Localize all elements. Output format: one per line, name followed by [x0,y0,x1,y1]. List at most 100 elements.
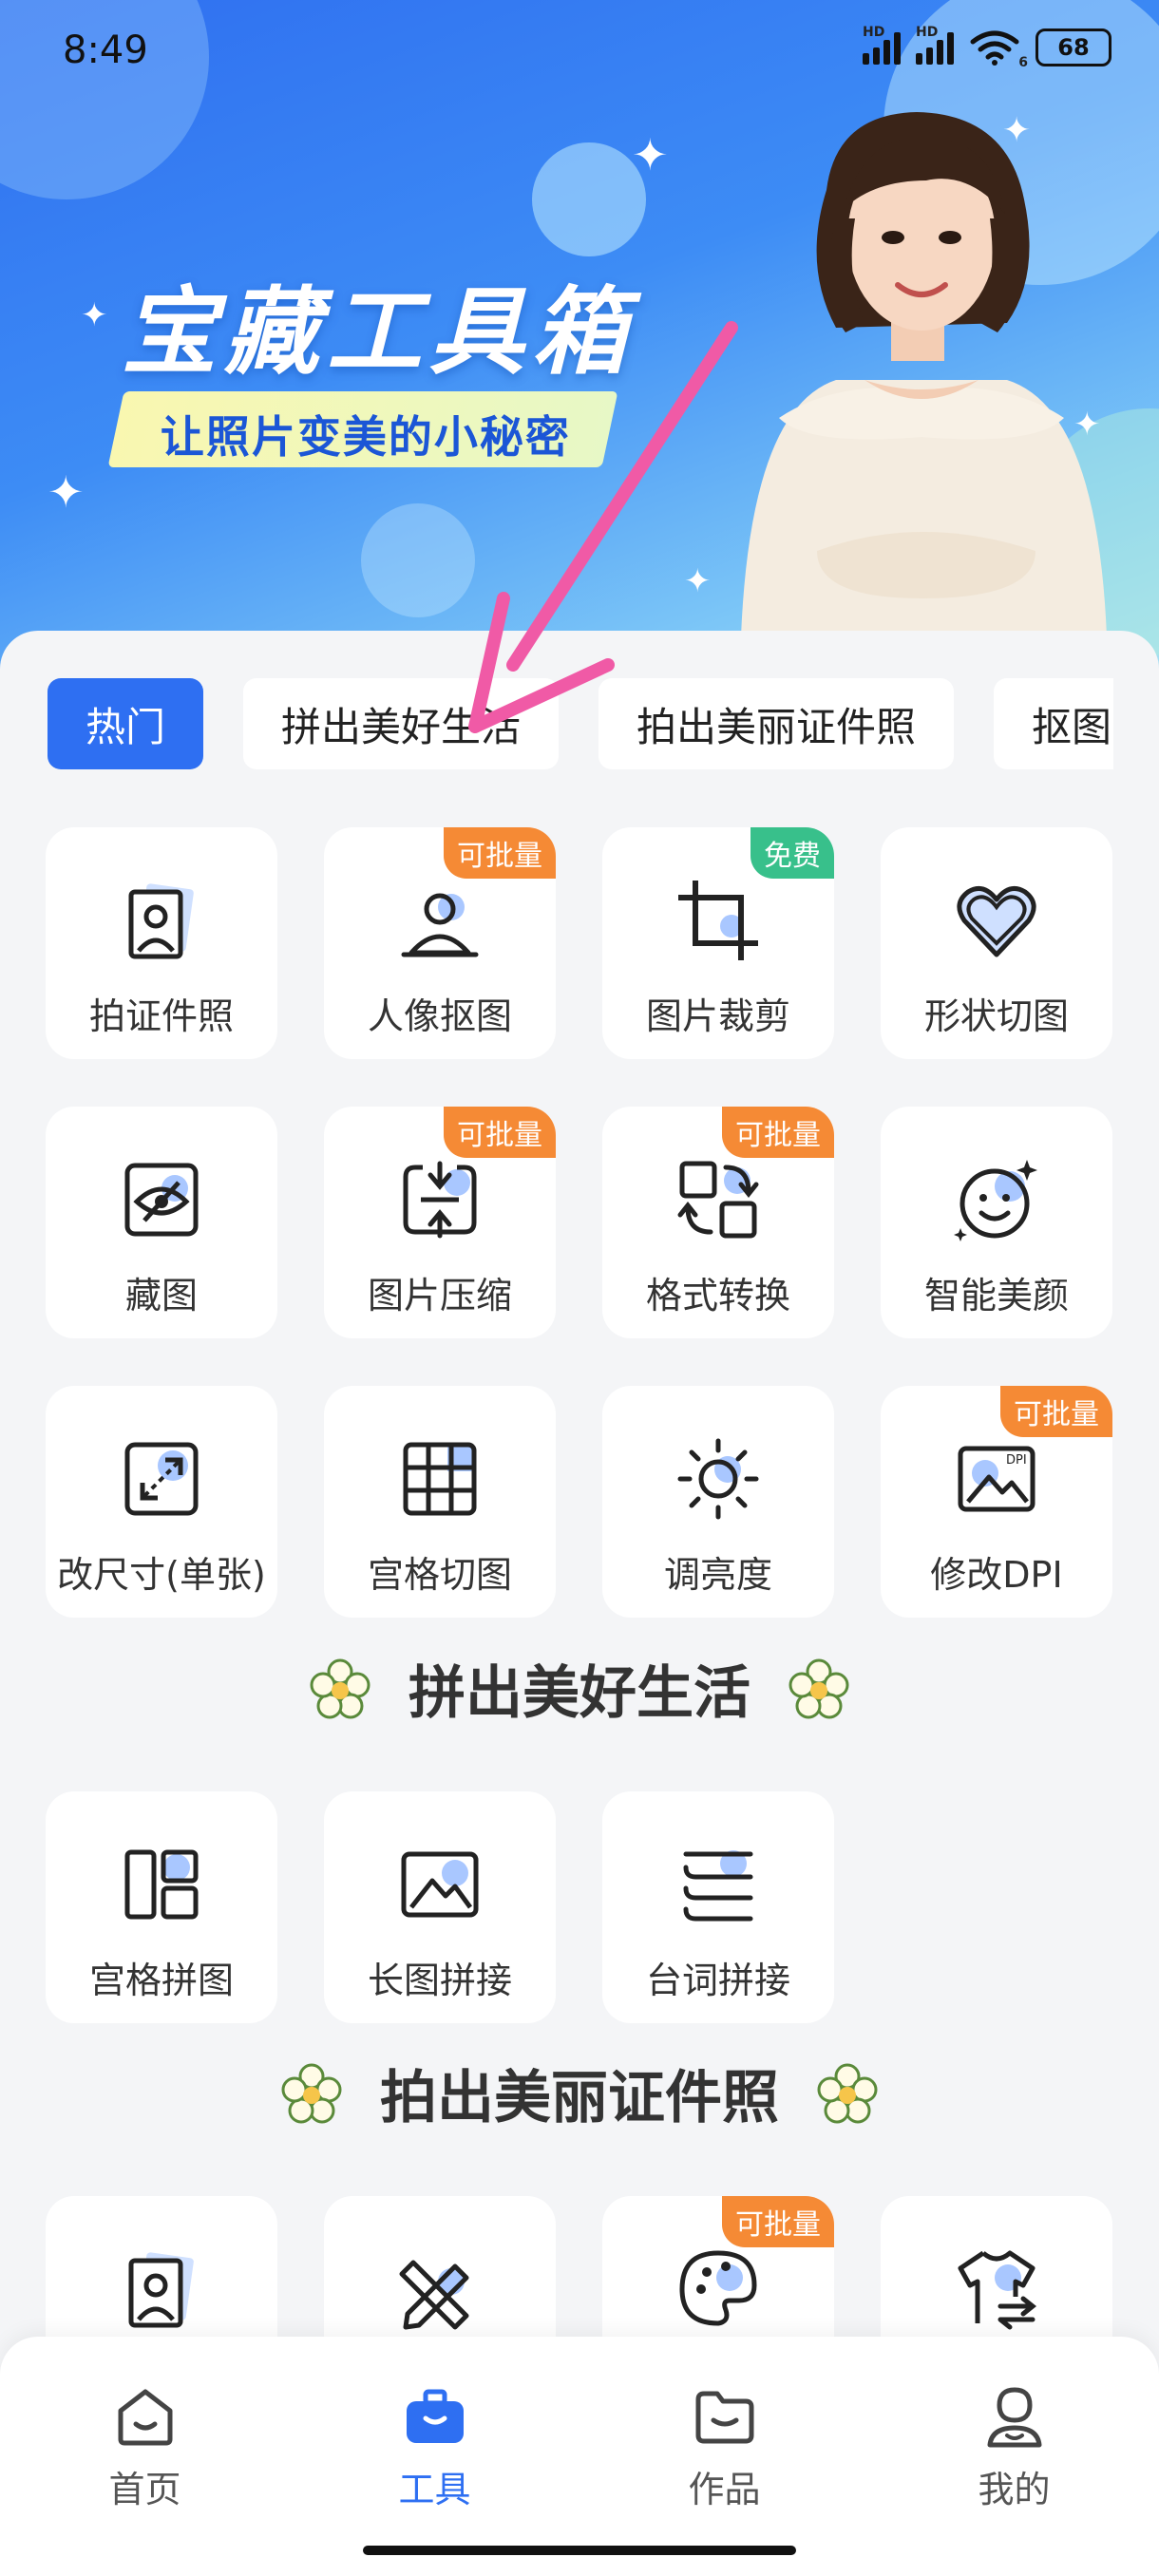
tool-label: 台词拼接 [645,1960,790,2001]
tool-resize-single[interactable]: 改尺寸(单张) [46,1386,277,1618]
beauty-face-icon [951,1154,1042,1245]
section-title-id-photo: 拍出美丽证件照 [0,2052,1159,2134]
section-title-text: 拼出美好生活 [408,1660,750,1727]
wifi-label: 6 [1018,55,1028,70]
flower-icon [817,2063,878,2123]
tool-label: 改尺寸(单张) [57,1554,266,1596]
home-icon [118,2389,172,2446]
collage-tools-grid: 宫格拼图 长图拼接 台词拼接 [46,1791,1112,2023]
tool-label: 藏图 [124,1275,198,1316]
tab-collage[interactable]: 拼出美好生活 [243,678,560,769]
brightness-icon [673,1433,764,1525]
tab-cutout[interactable]: 抠图 [994,678,1113,769]
banner-subtitle-ribbon: 让照片变美的小秘密 [107,391,618,467]
tab-label: 拍出美丽证件照 [636,703,917,750]
status-icons: HD HD 6 68 [863,25,1112,70]
tool-label: 宫格拼图 [88,1960,234,2001]
tool-id-photo[interactable]: 拍证件照 [46,827,277,1059]
tab-label: 抠图 [1032,703,1112,750]
category-tabs: 热门 拼出美好生活 拍出美丽证件照 抠图 [48,678,1113,769]
tool-grid-collage[interactable]: 宫格拼图 [46,1791,277,2023]
compress-icon [394,1154,485,1245]
flower-icon [310,1658,370,1718]
tool-label: 格式转换 [645,1275,790,1316]
sparkle-icon: ✦ [684,562,712,600]
dpi-icon: DPI [951,1433,1042,1525]
nav-works[interactable]: 作品 [580,2337,869,2576]
decor-bubble [361,503,475,617]
clothes-change-icon [951,2244,1042,2335]
tool-grid-cut[interactable]: 宫格切图 [324,1386,556,1618]
nav-tools[interactable]: 工具 [290,2337,580,2576]
decor-bubble [532,142,646,256]
batch-badge: 可批量 [722,2196,834,2247]
svg-text:DPI: DPI [1006,1453,1027,1468]
tool-label: 智能美颜 [923,1275,1069,1316]
grid-cut-icon [394,1433,485,1525]
batch-badge: 可批量 [444,827,556,879]
flower-icon [788,1658,849,1718]
sparkle-icon: ✦ [81,296,108,334]
tool-smart-beauty[interactable]: 智能美颜 [881,1107,1112,1338]
wifi-icon: 6 [969,28,1028,70]
tool-format-convert[interactable]: 可批量 格式转换 [602,1107,834,1338]
tool-label: 宫格切图 [367,1554,512,1596]
hero-banner[interactable]: ✦ ✦ ✦ ✦ ✦ ✦ 8:49 HD HD 6 68 宝藏工具箱 让照片变美的… [0,0,1159,684]
portrait-cutout-icon [394,875,485,966]
network-type-label: HD [916,25,939,40]
sparkle-icon: ✦ [632,129,669,180]
long-image-icon [394,1839,485,1930]
format-convert-icon [673,1154,764,1245]
batch-badge: 可批量 [722,1107,834,1158]
tool-shape-cut[interactable]: 形状切图 [881,827,1112,1059]
grid-collage-icon [116,1839,207,1930]
nav-label: 作品 [688,2469,761,2510]
nav-label: 我的 [978,2469,1051,2510]
tab-label: 热门 [86,703,166,750]
hide-image-icon [116,1154,207,1245]
palette-icon [673,2244,764,2335]
edit-tools-icon [394,2244,485,2335]
tool-crop[interactable]: 免费 图片裁剪 [602,827,834,1059]
nav-mine[interactable]: 我的 [869,2337,1159,2576]
network-type-label: HD [863,25,885,40]
status-time: 8:49 [63,28,148,72]
cell-signal-icon: HD [916,25,954,65]
tool-modify-dpi[interactable]: 可批量 DPI 修改DPI [881,1386,1112,1618]
tool-hide-image[interactable]: 藏图 [46,1107,277,1338]
tools-sheet: 热门 拼出美好生活 拍出美丽证件照 抠图 拍证件照 可批量 人像抠图 免费 图片… [0,631,1159,2576]
tool-label: 调亮度 [663,1554,772,1596]
tool-subtitle-stitch[interactable]: 台词拼接 [602,1791,834,2023]
batch-badge: 可批量 [1000,1386,1112,1437]
tool-brightness[interactable]: 调亮度 [602,1386,834,1618]
section-title-collage: 拼出美好生活 [0,1647,1159,1730]
portrait-illustration [741,112,1107,636]
tool-long-image[interactable]: 长图拼接 [324,1791,556,2023]
banner-title: 宝藏工具箱 [122,276,635,388]
battery-level: 68 [1057,34,1090,61]
profile-icon [987,2387,1041,2448]
resize-icon [116,1433,207,1525]
tool-portrait-cutout[interactable]: 可批量 人像抠图 [324,827,556,1059]
nav-label: 首页 [108,2469,181,2510]
sparkle-icon: ✦ [48,466,85,518]
batch-badge: 可批量 [444,1107,556,1158]
id-photo-icon [116,875,207,966]
home-indicator[interactable] [363,2546,796,2555]
tool-label: 长图拼接 [367,1960,512,2001]
heart-shape-icon [951,875,1042,966]
nav-home[interactable]: 首页 [0,2337,290,2576]
crop-icon [673,875,764,966]
battery-icon: 68 [1036,28,1112,66]
id-photo-icon [116,2244,207,2335]
flower-icon [281,2063,342,2123]
nav-label: 工具 [398,2469,471,2510]
tab-id-photo[interactable]: 拍出美丽证件照 [598,678,955,769]
folder-icon [695,2391,753,2444]
tool-compress[interactable]: 可批量 图片压缩 [324,1107,556,1338]
section-title-text: 拍出美丽证件照 [380,2065,779,2131]
tab-hot[interactable]: 热门 [48,678,204,769]
cell-signal-icon: HD [863,25,901,65]
toolbox-icon [406,2389,464,2443]
tool-label: 图片压缩 [367,1275,512,1316]
